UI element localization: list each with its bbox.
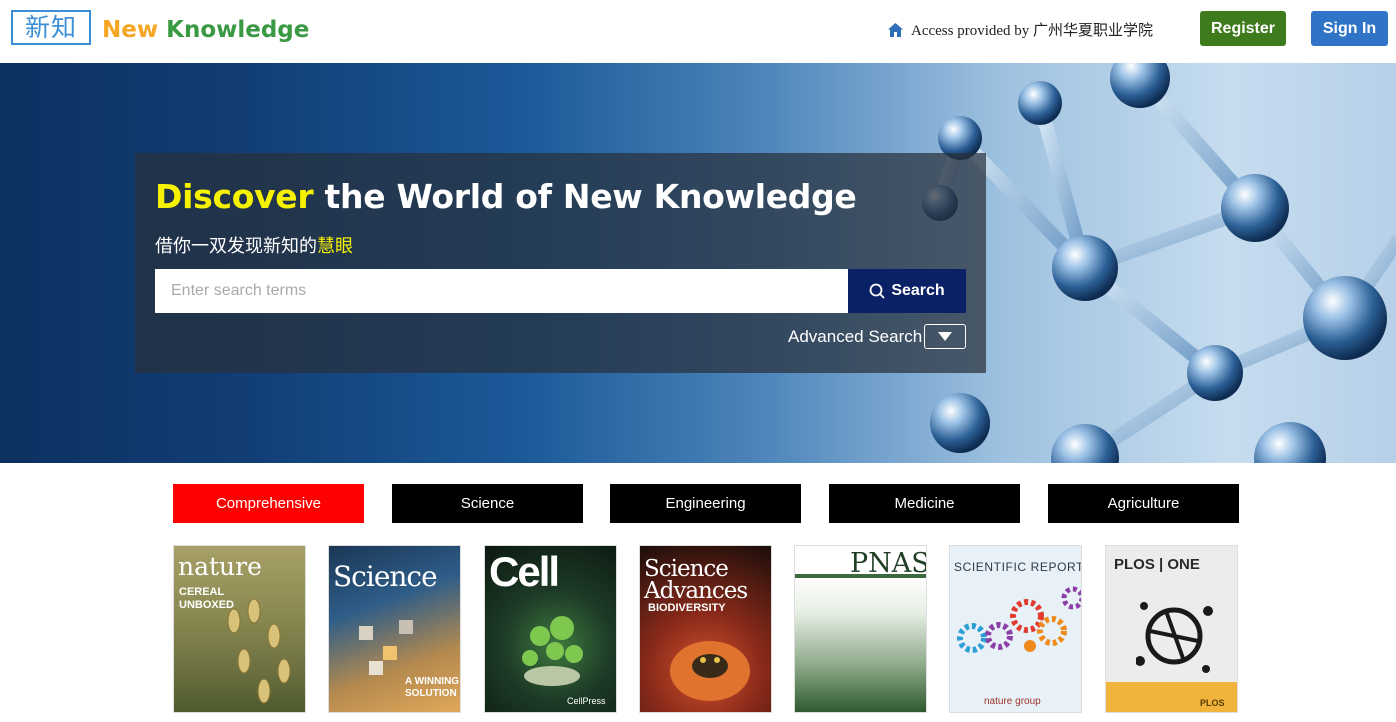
cover-publisher: nature group bbox=[984, 696, 1041, 707]
tab-science[interactable]: Science bbox=[392, 484, 583, 523]
advanced-search-link[interactable]: Advanced Search bbox=[788, 327, 922, 347]
gears-illustration bbox=[957, 586, 1081, 653]
home-icon bbox=[888, 22, 903, 37]
cover-publisher: PLOS bbox=[1200, 698, 1225, 708]
journal-cover-science[interactable]: Science A WINNING SOLUTION bbox=[328, 545, 461, 713]
headline-accent: Discover bbox=[155, 177, 314, 216]
tab-comprehensive[interactable]: Comprehensive bbox=[173, 484, 364, 523]
top-header: 新知 New Knowledge Access provided by 广州华夏… bbox=[0, 0, 1396, 63]
journal-cover-nature[interactable]: nature CEREAL UNBOXED bbox=[173, 545, 306, 713]
search-button[interactable]: Search bbox=[848, 269, 966, 313]
access-text: Access provided by 广州华夏职业学院 bbox=[911, 23, 1154, 39]
search-button-label: Search bbox=[891, 282, 945, 299]
tab-medicine[interactable]: Medicine bbox=[829, 484, 1020, 523]
access-provided-note: Access provided by 广州华夏职业学院 bbox=[888, 19, 1153, 40]
plant-illustration bbox=[522, 616, 583, 686]
cover-title: SCIENTIFIC REPORTS bbox=[954, 560, 1082, 574]
search-icon bbox=[869, 283, 885, 299]
cover-title: Science Advances bbox=[644, 556, 748, 604]
cover-title: nature bbox=[178, 552, 262, 581]
puzzle-illustration bbox=[359, 620, 413, 675]
journal-cover-pnas[interactable]: PNAS bbox=[794, 545, 927, 713]
headline-rest: the World of New Knowledge bbox=[313, 177, 857, 216]
subline-main: 借你一双发现新知的 bbox=[155, 236, 317, 257]
caret-down-icon bbox=[938, 332, 952, 341]
hero-headline: Discover the World of New Knowledge bbox=[155, 177, 857, 216]
journal-cover-cell[interactable]: Cell CellPress bbox=[484, 545, 617, 713]
cereal-illustration bbox=[227, 598, 291, 704]
register-button[interactable]: Register bbox=[1200, 11, 1286, 46]
journal-cover-science-advances[interactable]: Science Advances BIODIVERSITY bbox=[639, 545, 772, 713]
logo-word-new: New bbox=[102, 17, 159, 43]
logo-wordmark[interactable]: New Knowledge bbox=[102, 17, 309, 43]
cover-publisher: CellPress bbox=[567, 696, 606, 706]
hero-banner: Discover the World of New Knowledge 借你一双… bbox=[0, 63, 1396, 463]
frog-illustration bbox=[670, 641, 750, 701]
logo-word-knowledge: Knowledge bbox=[158, 17, 310, 43]
subline-accent: 慧眼 bbox=[317, 236, 353, 257]
cover-title: Science bbox=[333, 560, 438, 593]
advanced-search-toggle[interactable] bbox=[924, 324, 966, 349]
cover-title: PLOS | ONE bbox=[1114, 556, 1200, 573]
cover-title: Cell bbox=[489, 548, 560, 595]
sign-in-button[interactable]: Sign In bbox=[1311, 11, 1388, 46]
search-input[interactable] bbox=[155, 269, 849, 313]
plos-globe-icon bbox=[1136, 602, 1213, 673]
journal-cover-scientific-reports[interactable]: SCIENTIFIC REPORTS nature group bbox=[949, 545, 1082, 713]
journal-cover-plos-one[interactable]: PLOS | ONE PLOS bbox=[1105, 545, 1238, 713]
hero-subline: 借你一双发现新知的慧眼 bbox=[155, 232, 353, 258]
tab-engineering[interactable]: Engineering bbox=[610, 484, 801, 523]
search-panel: Discover the World of New Knowledge 借你一双… bbox=[135, 153, 986, 373]
logo-mark[interactable]: 新知 bbox=[11, 10, 91, 45]
tab-agriculture[interactable]: Agriculture bbox=[1048, 484, 1239, 523]
cover-title: PNAS bbox=[850, 548, 927, 579]
cover-headline: BIODIVERSITY bbox=[648, 602, 726, 614]
